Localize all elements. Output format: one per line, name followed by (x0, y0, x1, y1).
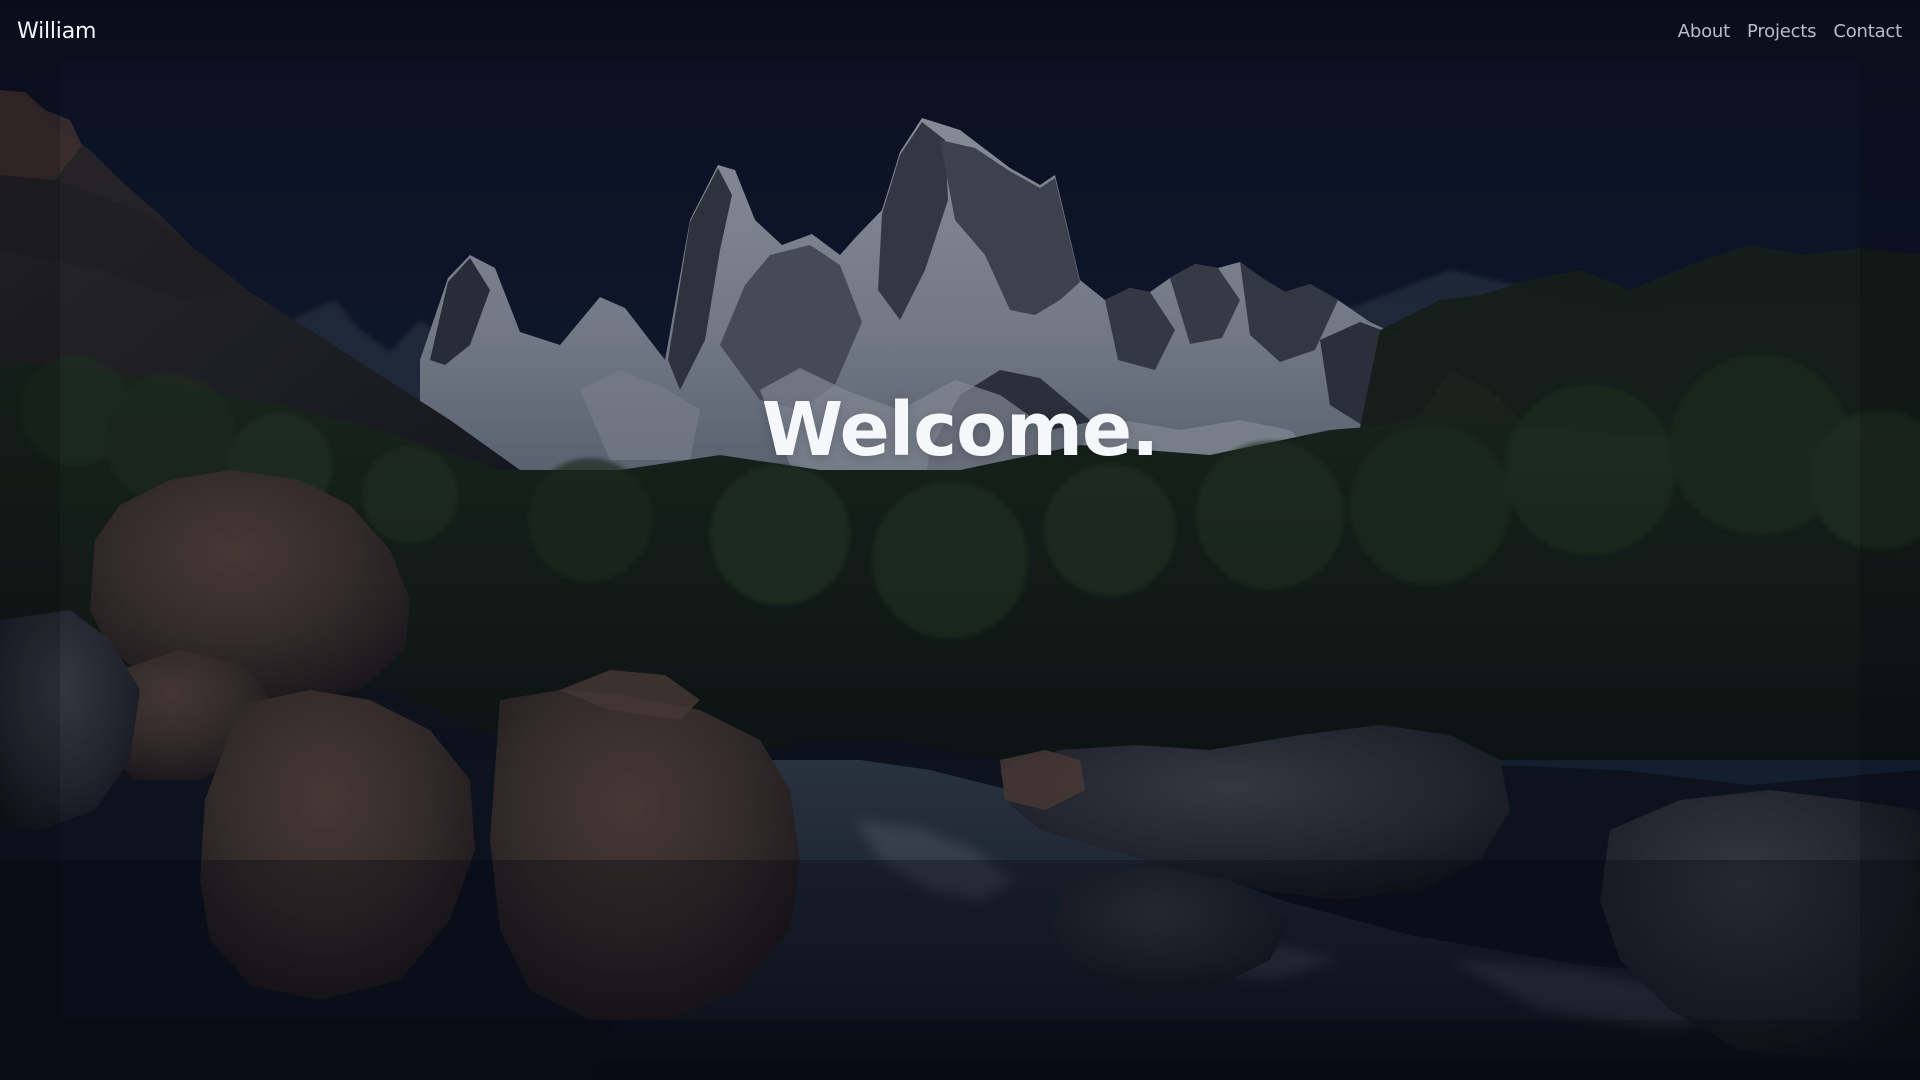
mountain-river-landscape-background (0, 0, 1920, 1080)
brand-link[interactable]: William (17, 19, 96, 44)
top-navigation-bar: William About Projects Contact (0, 0, 1920, 62)
nav-links: About Projects Contact (1678, 21, 1902, 42)
nav-link-contact[interactable]: Contact (1833, 21, 1902, 42)
nav-link-projects[interactable]: Projects (1747, 21, 1817, 42)
homepage: William About Projects Contact Welcome. (0, 0, 1920, 1080)
nav-link-about[interactable]: About (1678, 21, 1730, 42)
hero-title: Welcome. (761, 387, 1160, 473)
